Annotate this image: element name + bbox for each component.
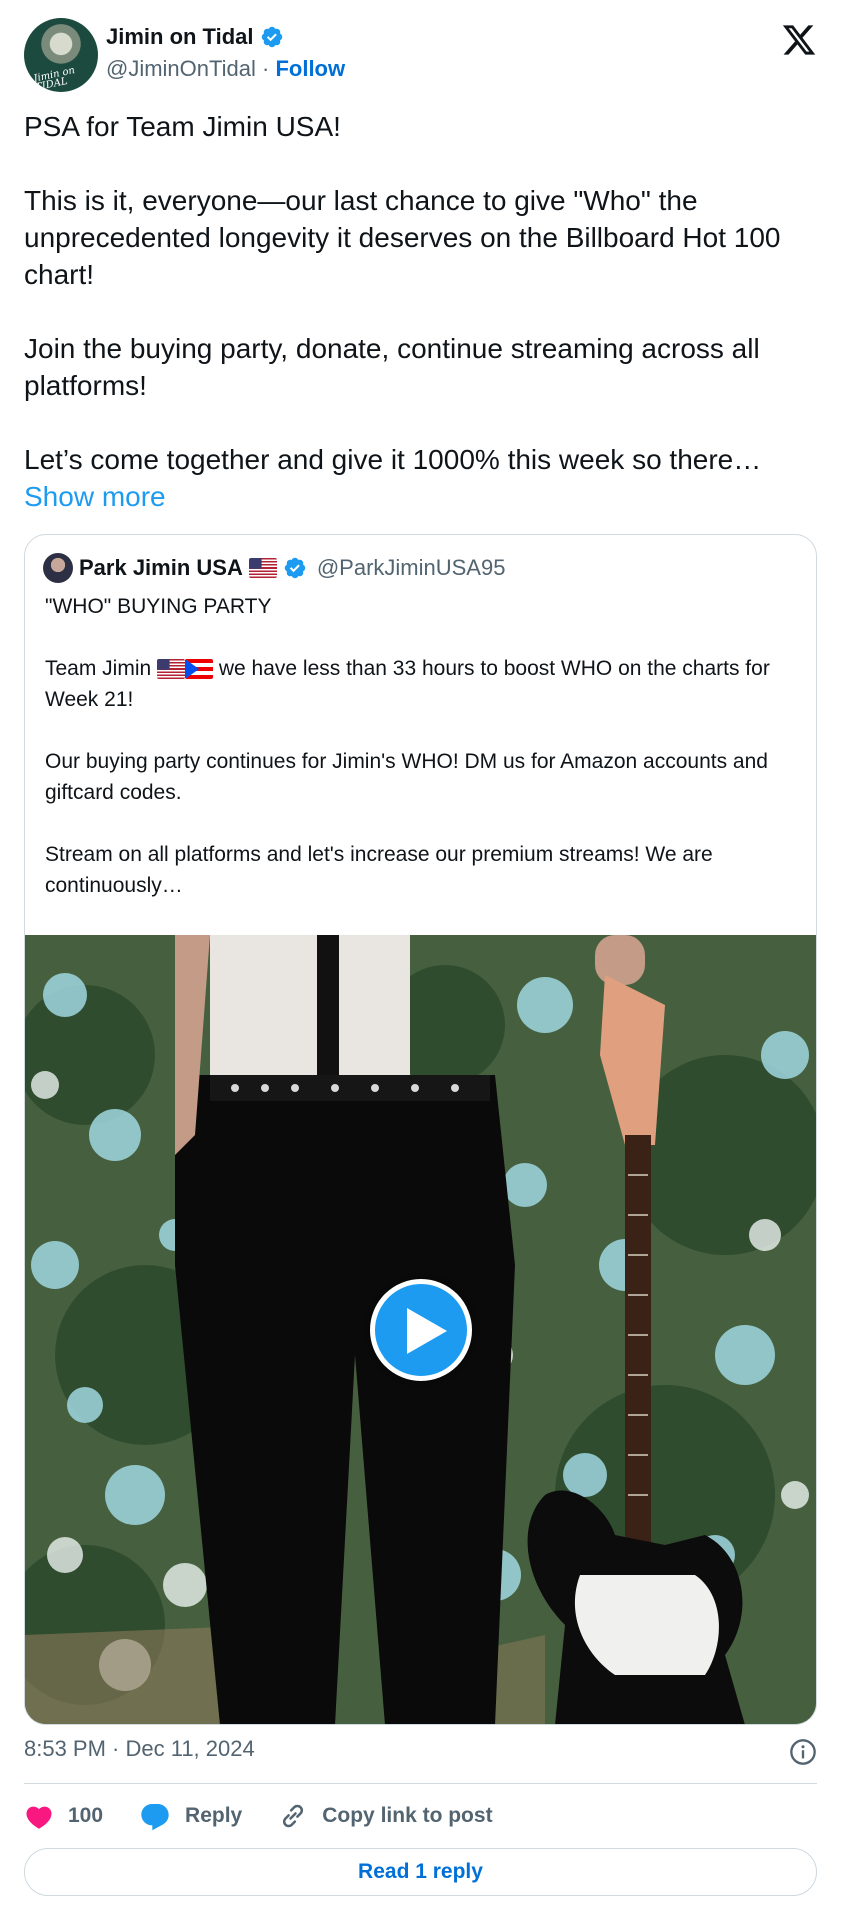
link-icon (283, 1804, 304, 1828)
us-flag-icon (248, 558, 277, 578)
show-more-link[interactable]: Show more (24, 481, 166, 512)
avatar-logo-text: Jimin on TIDAL (32, 65, 76, 92)
author-avatar[interactable]: Jimin on TIDAL (24, 18, 98, 92)
like-button[interactable]: 100 (24, 1802, 103, 1830)
copy-link-button[interactable]: Copy link to post (278, 1801, 493, 1831)
quote-handle: @ParkJiminUSA95 (316, 555, 506, 580)
copy-link-label: Copy link to post (322, 1804, 493, 1827)
tweet-header: Jimin on TIDAL Jimin on Tidal @JiminOnTi… (24, 18, 817, 92)
read-replies-button[interactable]: Read 1 reply (24, 1848, 817, 1896)
author-display-name[interactable]: Jimin on Tidal (106, 24, 254, 50)
quote-team-prefix: Team Jimin (45, 657, 158, 680)
reply-button[interactable]: Reply (139, 1801, 242, 1831)
quote-text-rest: Our buying party continues for Jimin's W… (45, 750, 768, 897)
like-count: 100 (68, 1804, 104, 1827)
reply-label: Reply (185, 1804, 243, 1827)
author-name-row: Jimin on Tidal (106, 24, 284, 50)
quoted-tweet[interactable]: Park Jimin USA @ParkJiminUSA95 "WHO" BUY… (24, 534, 817, 1725)
play-icon (407, 1308, 447, 1354)
puerto-rico-flag-icon (185, 659, 214, 680)
divider (24, 1783, 817, 1784)
tweet-body: PSA for Team Jimin USA! This is it, ever… (24, 108, 817, 515)
action-bar: 100 Reply Copy link to post (24, 1796, 529, 1836)
author-handle-row: @JiminOnTidal · Follow (106, 56, 345, 82)
tweet-timestamp[interactable]: 8:53 PM · Dec 11, 2024 (24, 1736, 255, 1762)
quote-header: Park Jimin USA @ParkJiminUSA95 (43, 553, 505, 583)
speech-bubble-icon (141, 1804, 169, 1831)
handle-separator: · (255, 56, 276, 81)
tweet-text: PSA for Team Jimin USA! This is it, ever… (24, 111, 781, 475)
quote-title: "WHO" BUYING PARTY (45, 595, 272, 618)
quote-video[interactable] (25, 935, 816, 1724)
info-icon[interactable] (789, 1738, 817, 1766)
us-flag-icon (157, 659, 186, 680)
author-handle[interactable]: @JiminOnTidal (106, 56, 256, 81)
play-button[interactable] (370, 1279, 472, 1381)
verified-badge-icon (261, 26, 282, 48)
quote-display-name: Park Jimin USA (79, 555, 243, 580)
quote-avatar (43, 553, 73, 583)
quote-body: "WHO" BUYING PARTY Team Jimin we have le… (45, 591, 805, 901)
follow-button[interactable]: Follow (275, 56, 345, 81)
verified-badge-icon (284, 557, 306, 579)
x-logo-icon[interactable] (781, 22, 817, 58)
heart-icon (26, 1806, 52, 1829)
